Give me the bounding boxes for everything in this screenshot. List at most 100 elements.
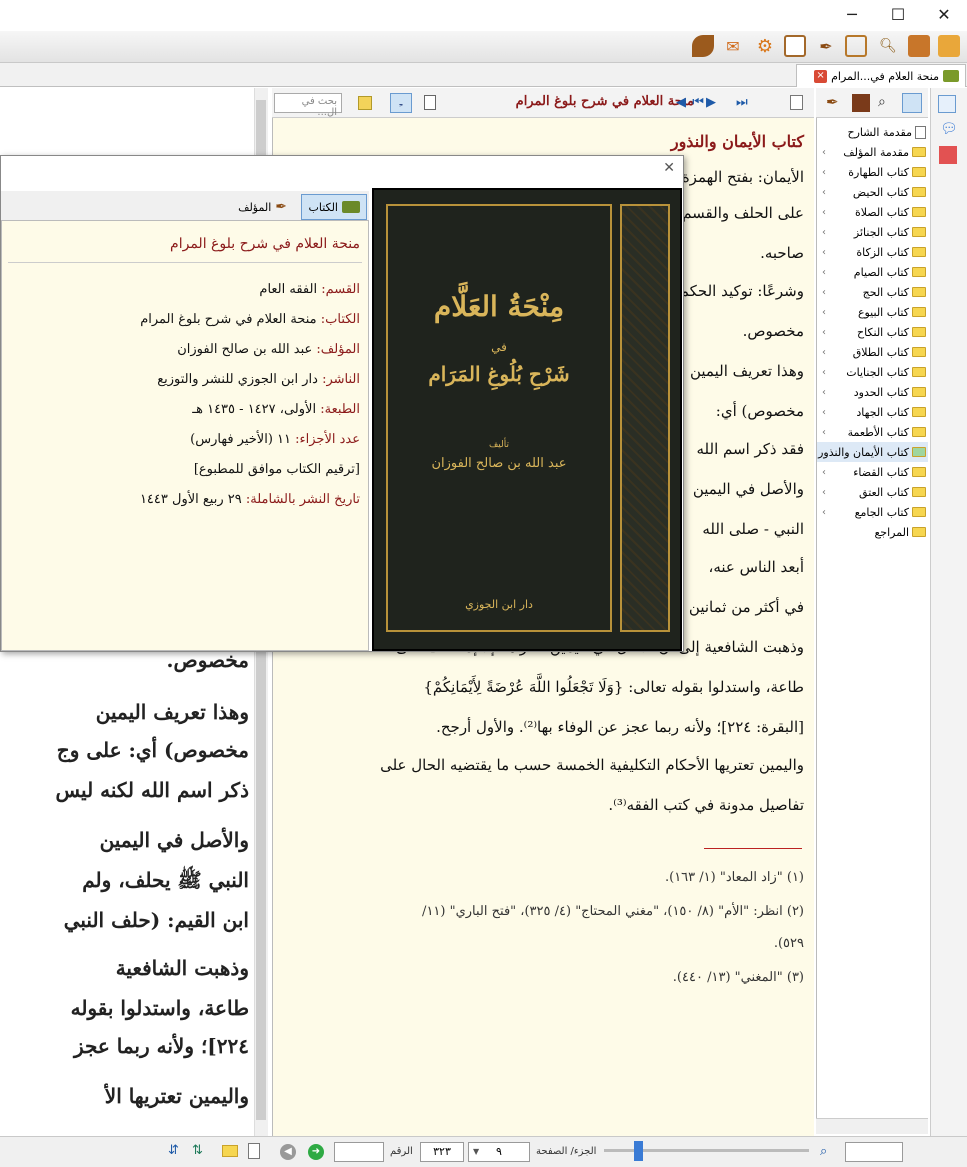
chevron-expand-icon[interactable]: › [817, 167, 826, 178]
chevron-expand-icon[interactable]: › [817, 187, 826, 198]
toc-item[interactable]: مقدمة المؤلف › [817, 142, 928, 162]
chevron-expand-icon[interactable]: › [817, 467, 826, 478]
toc-item[interactable]: كتاب العتق › [817, 482, 928, 502]
page-icon[interactable] [424, 95, 436, 110]
chevron-expand-icon[interactable]: › [817, 327, 826, 338]
previous-page-icon[interactable]: ◀ [676, 95, 686, 110]
tab-book[interactable]: منحة العلام في...المرام × [796, 64, 966, 87]
chevron-expand-icon[interactable]: › [817, 227, 826, 238]
folder-icon [912, 167, 926, 177]
toc-item[interactable]: كتاب الأطعمة › [817, 422, 928, 442]
chevron-expand-icon[interactable]: › [817, 147, 826, 158]
footnote: (٣) "المغني" (١٣/ ٤٤٠). [672, 970, 804, 985]
folder-icon [912, 247, 926, 257]
text-line: وهذا تعريف اليمين [689, 362, 804, 380]
toc-panel-icon[interactable] [938, 95, 956, 113]
comment-icon[interactable]: 💬︎ [940, 121, 958, 137]
chevron-expand-icon[interactable]: › [817, 207, 826, 218]
chevron-expand-icon[interactable]: › [817, 407, 826, 418]
toc-item[interactable]: كتاب الجنايات › [817, 362, 928, 382]
binoculars-icon[interactable]: ⌕ [820, 1144, 827, 1159]
diacritics-toggle-icon[interactable]: ﹻ [390, 93, 412, 113]
maximize-button[interactable]: ☐ [875, 0, 921, 28]
sync-back-icon[interactable]: ⇵ [168, 1143, 179, 1158]
toc-item[interactable]: كتاب الصيام › [817, 262, 928, 282]
footnote: ٥٢٩). [773, 936, 804, 951]
go-forward-icon[interactable]: ➜ [308, 1144, 324, 1160]
toc-item-label: كتاب الحج [862, 285, 909, 299]
toc-item[interactable]: كتاب الحج › [817, 282, 928, 302]
page-icon[interactable] [248, 1143, 260, 1159]
page-slider-thumb[interactable] [634, 1141, 643, 1161]
info-field: الكتاب: منحة العلام في شرح بلوغ المرام [140, 312, 360, 327]
book-icon[interactable] [908, 35, 930, 57]
toc-item[interactable]: كتاب الأيمان والنذور› [817, 442, 928, 462]
folder-icon[interactable] [222, 1145, 238, 1157]
minimize-button[interactable]: ─ [829, 0, 875, 28]
chevron-expand-icon[interactable]: › [817, 507, 826, 518]
mail-icon[interactable]: ✉ [722, 35, 744, 57]
tab-book-info[interactable]: الكتاب [301, 194, 367, 220]
scan-line: وهذا تعريف اليمين [95, 700, 249, 724]
toc-item[interactable]: كتاب البيوع › [817, 302, 928, 322]
tab-author-info[interactable]: ✒ المؤلف [232, 194, 293, 220]
tree-horizontal-scrollbar[interactable] [816, 1118, 928, 1134]
info-field-label: المؤلف: [316, 342, 360, 357]
leaf-icon[interactable] [692, 35, 714, 57]
quill-icon[interactable]: ✒ [826, 93, 839, 111]
toc-item[interactable]: كتاب النكاح › [817, 322, 928, 342]
go-back-icon[interactable]: ◀ [280, 1144, 296, 1160]
close-window-button[interactable]: ✕ [921, 0, 967, 28]
quill-icon[interactable]: ✒ [815, 35, 837, 57]
chevron-expand-icon[interactable]: › [817, 307, 826, 318]
folder-icon [912, 207, 926, 217]
book-search-input[interactable]: بحث في ال... [274, 93, 342, 118]
toc-item-label: كتاب الصلاة [854, 205, 909, 219]
part-select[interactable]: ٩ ▼ [468, 1142, 530, 1162]
highlight-icon[interactable] [358, 96, 372, 110]
chevron-expand-icon[interactable]: › [817, 367, 826, 378]
folder-icon [912, 267, 926, 277]
next-page-icon[interactable]: ▶ [706, 95, 716, 110]
toc-item[interactable]: كتاب الحدود › [817, 382, 928, 402]
chevron-expand-icon[interactable]: › [817, 287, 826, 298]
new-note-icon[interactable] [790, 95, 803, 110]
tree-toolbar: ⌕ ✒ [816, 88, 928, 118]
toc-item[interactable]: كتاب الزكاة › [817, 242, 928, 262]
first-page-icon[interactable]: ⏮ [692, 95, 704, 110]
toc-item[interactable]: كتاب القضاء › [817, 462, 928, 482]
close-tab-button[interactable]: × [814, 69, 828, 83]
toc-item-label: مقدمة المؤلف [843, 145, 909, 159]
chevron-expand-icon[interactable]: › [817, 387, 826, 398]
toc-item[interactable]: كتاب الطلاق › [817, 342, 928, 362]
chevron-expand-icon[interactable]: › [817, 247, 826, 258]
chevron-expand-icon[interactable]: › [817, 427, 826, 438]
toc-item[interactable]: كتاب الجامع › [817, 502, 928, 522]
chevron-expand-icon[interactable]: › [817, 267, 826, 278]
last-page-icon[interactable]: ⏭ [736, 95, 748, 110]
toc-item[interactable]: كتاب الجهاد › [817, 402, 928, 422]
book-open-icon[interactable] [938, 35, 960, 57]
window-list-icon[interactable] [784, 35, 806, 57]
number-input[interactable] [334, 1142, 384, 1162]
library-icon[interactable] [852, 94, 870, 112]
gear-icon[interactable]: ⚙ [754, 35, 776, 57]
quick-search-input[interactable] [845, 1142, 903, 1162]
toc-item[interactable]: كتاب الطهارة › [817, 162, 928, 182]
chevron-expand-icon[interactable]: › [817, 347, 826, 358]
note-edit-icon[interactable] [845, 35, 867, 57]
toc-item[interactable]: كتاب الجنائز › [817, 222, 928, 242]
chevron-expand-icon[interactable]: › [817, 487, 826, 498]
text-line: الأيمان: بفتح الهمزة [681, 168, 804, 186]
toc-item[interactable]: المراجع [817, 522, 928, 542]
tree-view-icon[interactable] [902, 93, 922, 113]
sync-icon[interactable]: ⇅ [192, 1143, 203, 1158]
close-popup-button[interactable]: ✕ [663, 160, 675, 176]
bookmark-icon[interactable] [939, 146, 957, 164]
page-input[interactable]: ٣٢٣ [420, 1142, 464, 1162]
toc-item[interactable]: كتاب الحيض › [817, 182, 928, 202]
toc-item[interactable]: كتاب الصلاة › [817, 202, 928, 222]
binoculars-icon[interactable]: ⌕ [878, 94, 886, 110]
search-icon[interactable]: 🔍︎ [877, 35, 899, 57]
toc-item[interactable]: مقدمة الشارح [817, 122, 928, 142]
